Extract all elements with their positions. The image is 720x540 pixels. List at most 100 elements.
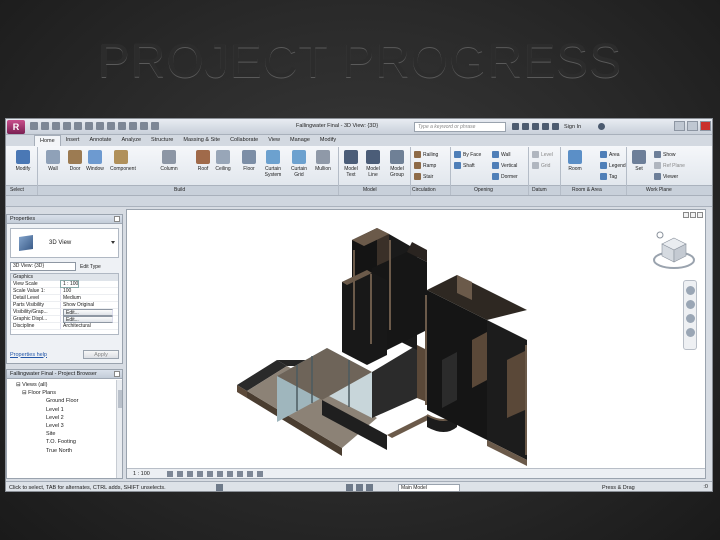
maximize-button[interactable]: [687, 121, 698, 131]
tab-modify[interactable]: Modify: [315, 135, 341, 146]
level-tool[interactable]: Level: [532, 151, 553, 158]
type-selector[interactable]: 3D View: [10, 228, 119, 258]
ceiling-button[interactable]: Ceiling: [212, 150, 234, 172]
roof-button[interactable]: Roof: [192, 150, 214, 172]
orbit-icon[interactable]: [685, 314, 695, 323]
ref-plane-tool[interactable]: Ref Plane: [654, 162, 685, 169]
application-menu-button[interactable]: R: [7, 120, 25, 134]
model-line-button[interactable]: Model Line: [362, 150, 384, 178]
dimension-icon[interactable]: [96, 122, 104, 130]
close-browser-button[interactable]: [114, 371, 120, 377]
shadows-icon[interactable]: [197, 471, 203, 477]
properties-help-link[interactable]: Properties help: [10, 352, 47, 358]
tab-view[interactable]: View: [263, 135, 285, 146]
set-workplane-tool[interactable]: Set: [628, 150, 650, 172]
tree-item-views[interactable]: ⊟ Views (all): [10, 381, 119, 389]
property-row[interactable]: Visibility/Grap... Edit...: [11, 309, 118, 316]
open-icon[interactable]: [30, 122, 38, 130]
room-tool[interactable]: Room: [564, 150, 586, 172]
press-drag-toggle[interactable]: Press & Drag: [602, 485, 635, 491]
legend-tool[interactable]: Legend: [600, 162, 626, 169]
sign-in-link[interactable]: Sign In: [564, 124, 581, 130]
tree-item-level-1[interactable]: Level 1: [10, 406, 119, 414]
edit-type-button[interactable]: Edit Type: [80, 264, 101, 270]
component-button[interactable]: Component: [110, 150, 136, 172]
binoculars-icon[interactable]: [512, 123, 519, 130]
search-input[interactable]: Type a keyword or phrase: [414, 122, 506, 132]
tree-item-true-north[interactable]: True North: [10, 447, 119, 455]
minimize-button[interactable]: [674, 121, 685, 131]
close-hidden-icon[interactable]: [151, 122, 159, 130]
property-row[interactable]: Graphic Displ... Edit...: [11, 316, 118, 323]
sun-path-icon[interactable]: [187, 471, 193, 477]
curtain-system-button[interactable]: Curtain System: [262, 150, 284, 178]
tab-structure[interactable]: Structure: [146, 135, 178, 146]
modify-button[interactable]: Modify: [12, 150, 34, 172]
close-button[interactable]: [700, 121, 711, 131]
design-options-icon[interactable]: [346, 484, 353, 491]
3d-view-icon[interactable]: [118, 122, 126, 130]
vertical-opening-tool[interactable]: Vertical: [492, 162, 517, 169]
viewer-tool[interactable]: Viewer: [654, 173, 678, 180]
sync-icon[interactable]: [366, 484, 373, 491]
property-row[interactable]: Parts Visibility Show Original: [11, 302, 118, 309]
graphic-display-edit-button[interactable]: Edit...: [63, 316, 113, 323]
tree-item-level-2[interactable]: Level 2: [10, 414, 119, 422]
window-button[interactable]: Window: [84, 150, 106, 172]
instance-select[interactable]: 3D View: {3D}: [10, 262, 76, 271]
tag-tool[interactable]: Tag: [600, 173, 617, 180]
close-palette-button[interactable]: [114, 216, 120, 222]
thin-lines-icon[interactable]: [140, 122, 148, 130]
selection-filter[interactable]: :0: [703, 484, 708, 490]
apply-button[interactable]: Apply: [83, 350, 119, 359]
view-scale[interactable]: 1 : 100: [133, 471, 150, 477]
undo-icon[interactable]: [52, 122, 60, 130]
favorites-icon[interactable]: [542, 123, 549, 130]
help-icon[interactable]: [598, 123, 606, 130]
floor-button[interactable]: Floor: [238, 150, 260, 172]
home-view-icon[interactable]: [656, 231, 664, 239]
measure-icon[interactable]: [85, 122, 93, 130]
tree-item-level-3[interactable]: Level 3: [10, 422, 119, 430]
print-icon[interactable]: [74, 122, 82, 130]
ramp-tool[interactable]: Ramp: [414, 162, 436, 169]
column-button[interactable]: Column: [158, 150, 180, 172]
tree-item-site[interactable]: Site: [10, 430, 119, 438]
subscription-icon[interactable]: [522, 123, 529, 130]
tree-item-ground-floor[interactable]: Ground Floor: [10, 397, 119, 405]
temporary-hide-icon[interactable]: [247, 471, 253, 477]
3d-viewport[interactable]: 1 : 100: [126, 209, 706, 479]
viewcube[interactable]: [651, 230, 697, 276]
communication-icon[interactable]: [532, 123, 539, 130]
steering-wheel-icon[interactable]: [685, 286, 695, 295]
door-button[interactable]: Door: [64, 150, 86, 172]
worksets-icon[interactable]: [216, 484, 223, 491]
tab-manage[interactable]: Manage: [285, 135, 315, 146]
active-workset-select[interactable]: Main Model: [398, 484, 460, 491]
tab-home[interactable]: Home: [34, 135, 61, 146]
scrollbar-thumb[interactable]: [118, 390, 122, 408]
lock-3d-icon[interactable]: [237, 471, 243, 477]
show-workplane-tool[interactable]: Show: [654, 151, 676, 158]
grid-tool[interactable]: Grid: [532, 162, 550, 169]
wall-button[interactable]: Wall: [42, 150, 64, 172]
property-row[interactable]: Discipline Architectural: [11, 323, 118, 330]
text-icon[interactable]: [107, 122, 115, 130]
tab-analyze[interactable]: Analyze: [116, 135, 146, 146]
reveal-hidden-icon[interactable]: [257, 471, 263, 477]
browser-scrollbar[interactable]: [116, 380, 122, 478]
tab-collaborate[interactable]: Collaborate: [225, 135, 263, 146]
visual-style-icon[interactable]: [177, 471, 183, 477]
property-row[interactable]: View Scale 1 : 100: [11, 280, 118, 288]
tree-item-to-footing[interactable]: T.O. Footing: [10, 438, 119, 446]
dormer-tool[interactable]: Dormer: [492, 173, 518, 180]
tab-annotate[interactable]: Annotate: [84, 135, 116, 146]
rendering-icon[interactable]: [207, 471, 213, 477]
wall-opening-tool[interactable]: Wall: [492, 151, 511, 158]
area-tool[interactable]: Area: [600, 151, 620, 158]
railing-tool[interactable]: Railing: [414, 151, 438, 158]
save-icon[interactable]: [41, 122, 49, 130]
property-row[interactable]: Detail Level Medium: [11, 295, 118, 302]
tab-insert[interactable]: Insert: [61, 135, 85, 146]
show-crop-icon[interactable]: [227, 471, 233, 477]
